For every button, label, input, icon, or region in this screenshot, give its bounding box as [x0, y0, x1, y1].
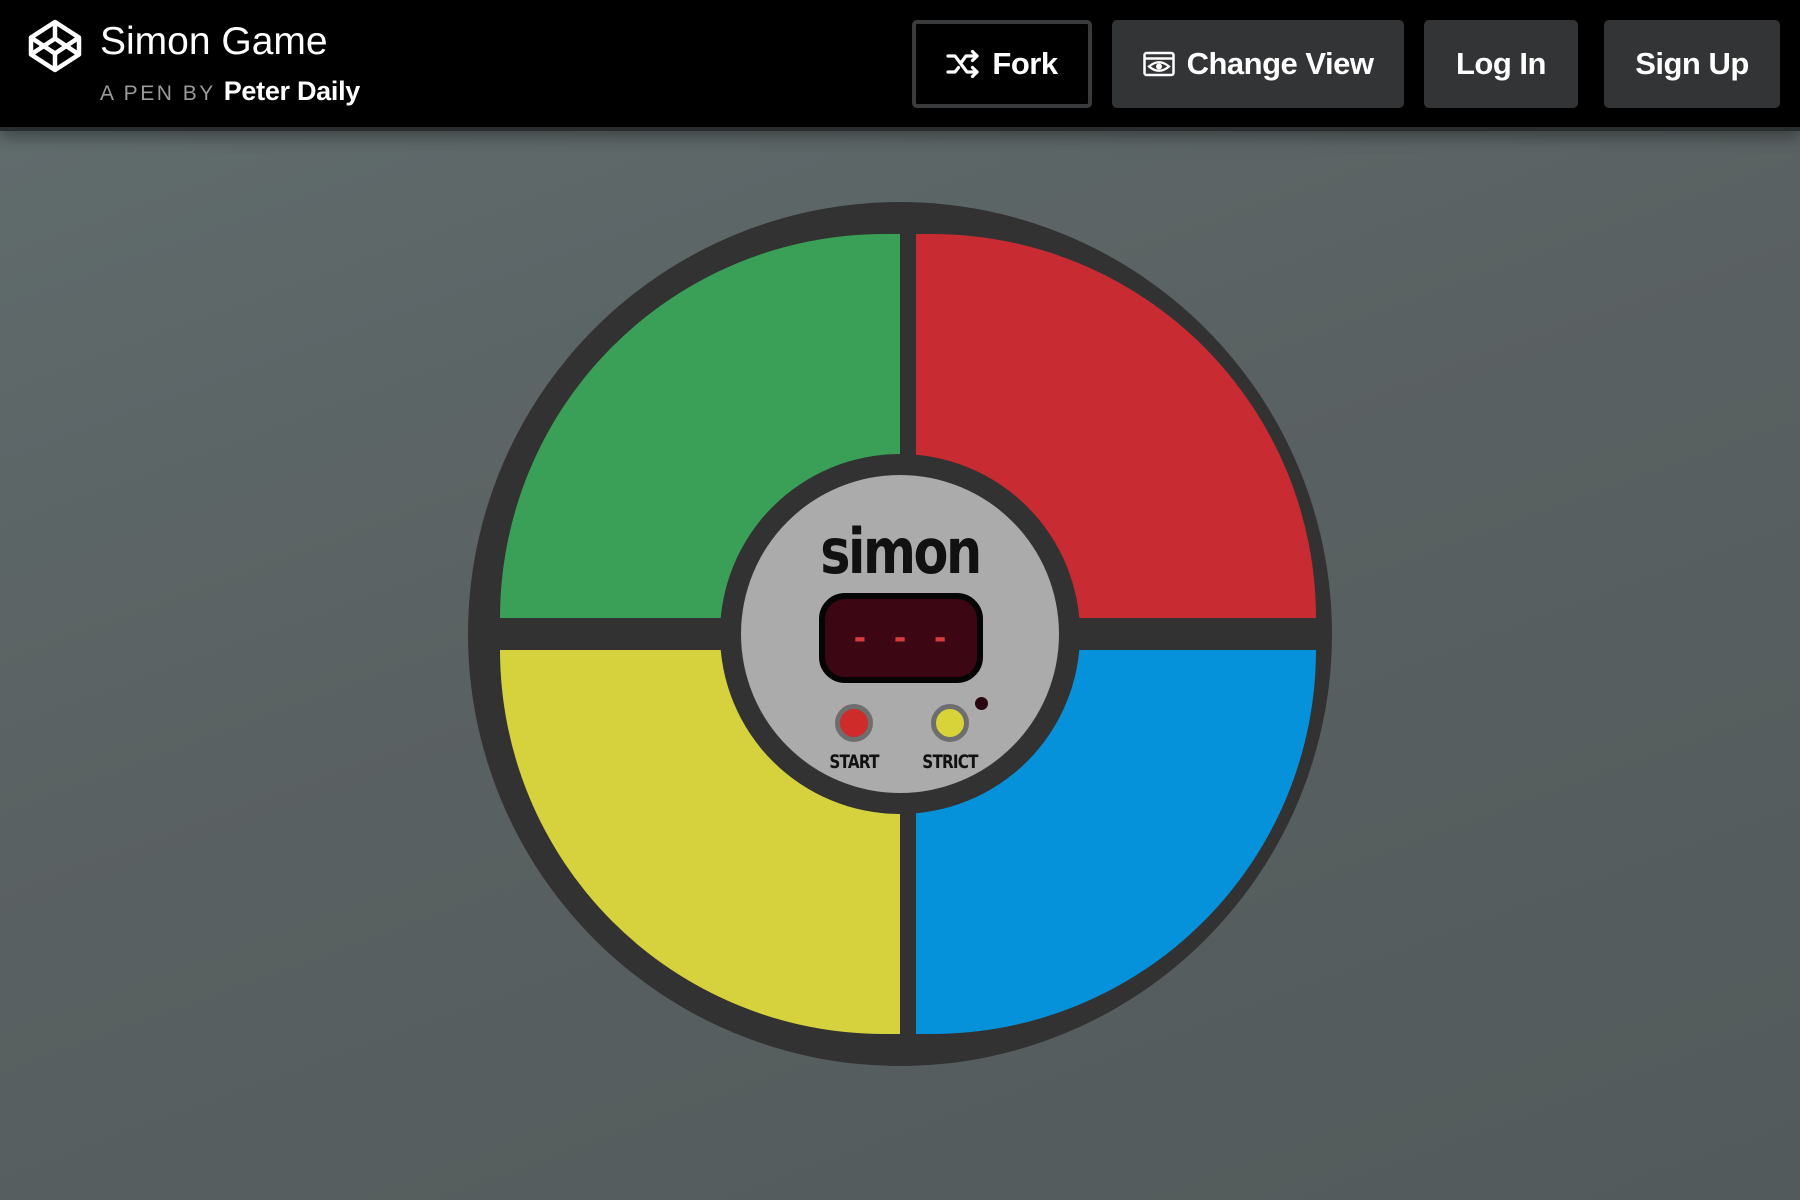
- codepen-logo-icon[interactable]: [28, 19, 82, 73]
- change-view-button[interactable]: Change View: [1112, 20, 1404, 108]
- strict-label: STRICT: [922, 751, 978, 773]
- pen-title: Simon Game: [100, 20, 328, 63]
- fork-icon: [946, 49, 980, 79]
- simon-board: simon - - - START STRICT: [468, 202, 1332, 1066]
- sign-up-button[interactable]: Sign Up: [1604, 20, 1780, 108]
- simon-logo-text: simon: [820, 515, 982, 588]
- strict-button[interactable]: [931, 704, 969, 742]
- eye-window-icon: [1142, 51, 1175, 77]
- start-label: START: [829, 751, 879, 773]
- strict-indicator-led: [975, 697, 988, 710]
- control-panel: simon - - - START STRICT: [741, 475, 1059, 793]
- fork-button[interactable]: Fork: [912, 20, 1092, 108]
- author-link[interactable]: Peter Daily: [224, 76, 361, 106]
- log-in-button[interactable]: Log In: [1424, 20, 1578, 108]
- center-ring: simon - - - START STRICT: [720, 454, 1080, 814]
- change-view-label: Change View: [1186, 46, 1374, 81]
- pen-byline: A PEN BY Peter Daily: [100, 74, 360, 113]
- count-display: - - -: [819, 593, 983, 683]
- byline-prefix: A PEN BY: [100, 82, 216, 105]
- top-bar: Simon Game A PEN BY Peter Daily Fork Cha…: [0, 0, 1800, 127]
- fork-label: Fork: [992, 46, 1058, 81]
- start-button[interactable]: [835, 704, 873, 742]
- count-display-text: - - -: [850, 620, 952, 656]
